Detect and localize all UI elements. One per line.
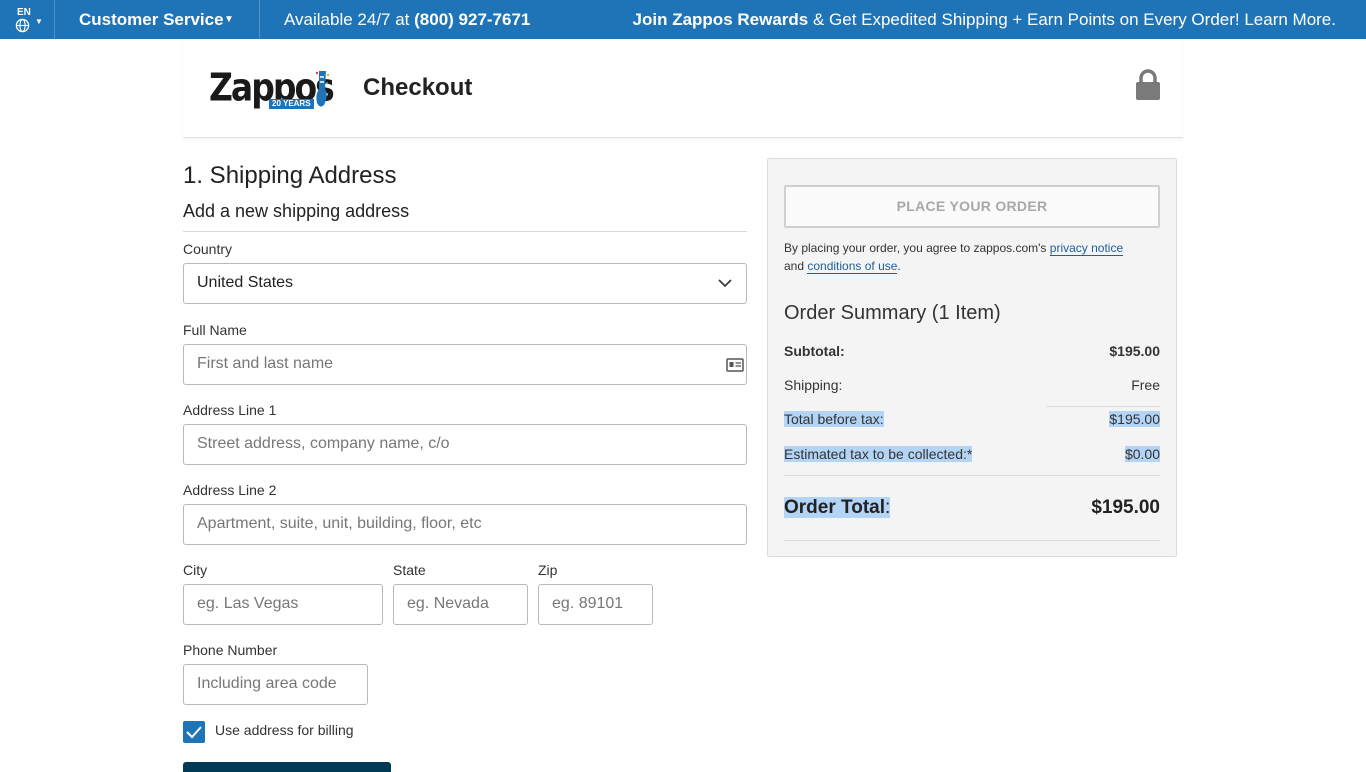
- total-before-tax-row: Total before tax: $195.00: [784, 411, 1160, 427]
- state-input[interactable]: eg. Nevada: [393, 584, 528, 625]
- availability-prefix: Available 24/7 at: [284, 10, 415, 29]
- checkmark-icon: [186, 726, 202, 739]
- phone-link[interactable]: (800) 927-7671: [414, 10, 530, 29]
- total-before-tax-label: Total before tax:: [784, 411, 884, 427]
- order-total-label-text: Order Total: [784, 497, 885, 518]
- rewards-banner[interactable]: Join Zappos Rewards & Get Expedited Ship…: [633, 10, 1336, 30]
- globe-icon: [15, 18, 30, 33]
- total-before-tax-value: $195.00: [1109, 411, 1160, 427]
- rewards-text: & Get Expedited Shipping + Earn Points o…: [808, 10, 1336, 29]
- estimated-tax-label: Estimated tax to be collected:*: [784, 446, 973, 462]
- full-name-label: Full Name: [183, 322, 247, 338]
- availability-text: Available 24/7 at (800) 927-7671: [284, 10, 530, 30]
- city-placeholder: eg. Las Vegas: [197, 595, 299, 612]
- estimated-tax-row: Estimated tax to be collected:* $0.00: [784, 446, 1160, 462]
- zip-input[interactable]: eg. 89101: [538, 584, 653, 625]
- contact-card-icon[interactable]: [726, 358, 744, 372]
- logo-badge: 20 YEARS: [269, 99, 314, 109]
- language-code: EN: [17, 7, 31, 18]
- order-total-colon: :: [885, 497, 891, 518]
- page-title: Checkout: [363, 74, 473, 101]
- phone-number-placeholder: Including area code: [197, 675, 337, 692]
- customer-service-menu[interactable]: Customer Service ▼: [55, 0, 260, 39]
- address-line-1-placeholder: Street address, company name, c/o: [197, 435, 450, 452]
- agreement-and: and: [784, 259, 808, 273]
- address-line-2-label: Address Line 2: [183, 482, 277, 498]
- shipping-row: Shipping: Free: [784, 377, 1160, 393]
- address-line-1-label: Address Line 1: [183, 402, 277, 418]
- city-label: City: [183, 562, 208, 578]
- checkout-header: Zappos 20 YEARS Checkout: [183, 39, 1183, 138]
- country-select[interactable]: United States: [183, 263, 747, 304]
- phone-number-input[interactable]: Including area code: [183, 664, 368, 705]
- zip-placeholder: eg. 89101: [552, 595, 624, 612]
- divider: [183, 231, 747, 232]
- section-title: 1. Shipping Address: [183, 162, 397, 189]
- country-value: United States: [197, 274, 294, 291]
- full-name-placeholder: First and last name: [197, 355, 334, 372]
- order-summary-title: Order Summary (1 Item): [784, 302, 1001, 324]
- top-bar: EN ▼ Customer Service ▼ Available 24/7 a…: [0, 0, 1366, 39]
- conditions-of-use-link[interactable]: conditions of use: [807, 259, 898, 274]
- customer-service-label: Customer Service: [79, 10, 224, 29]
- billing-checkbox-label[interactable]: Use address for billing: [215, 722, 354, 738]
- subtotal-value: $195.00: [1109, 343, 1160, 359]
- state-placeholder: eg. Nevada: [407, 595, 489, 612]
- agreement-end: .: [897, 259, 901, 273]
- phone-number-label: Phone Number: [183, 642, 278, 658]
- order-total-label: Order Total:: [784, 497, 891, 518]
- billing-checkbox[interactable]: [183, 721, 205, 743]
- rewards-title: Join Zappos Rewards: [632, 10, 809, 29]
- address-line-2-placeholder: Apartment, suite, unit, building, floor,…: [197, 515, 482, 532]
- language-selector[interactable]: EN ▼: [0, 0, 55, 39]
- order-total-value: $195.00: [1091, 497, 1160, 518]
- divider: [1047, 406, 1160, 407]
- agreement-text: By placing your order, you agree to zapp…: [784, 239, 1160, 275]
- zip-label: Zip: [538, 562, 558, 578]
- continue-button[interactable]: [183, 762, 391, 772]
- shipping-value: Free: [1131, 377, 1160, 393]
- divider: [784, 540, 1160, 541]
- place-order-button[interactable]: PLACE YOUR ORDER: [784, 185, 1160, 228]
- section-subtitle: Add a new shipping address: [183, 201, 410, 221]
- country-label: Country: [183, 241, 233, 257]
- lock-icon: [1136, 69, 1160, 100]
- caret-down-icon: ▼: [35, 17, 43, 26]
- privacy-notice-link[interactable]: privacy notice: [1049, 241, 1124, 256]
- order-total-row: Order Total: $195.00: [784, 497, 1160, 519]
- address-line-2-input[interactable]: Apartment, suite, unit, building, floor,…: [183, 504, 747, 545]
- order-summary-panel: PLACE YOUR ORDER By placing your order, …: [767, 158, 1177, 557]
- chevron-down-icon: [718, 279, 732, 288]
- zappos-logo[interactable]: Zappos 20 YEARS: [209, 65, 335, 113]
- subtotal-label: Subtotal:: [784, 343, 845, 359]
- city-input[interactable]: eg. Las Vegas: [183, 584, 383, 625]
- agreement-prefix: By placing your order, you agree to zapp…: [784, 241, 1050, 255]
- address-line-1-input[interactable]: Street address, company name, c/o: [183, 424, 747, 465]
- state-label: State: [393, 562, 426, 578]
- full-name-input[interactable]: First and last name: [183, 344, 747, 385]
- shoe-icon: [315, 71, 330, 107]
- subtotal-row: Subtotal: $195.00: [784, 343, 1160, 359]
- divider: [784, 475, 1160, 476]
- caret-down-icon: ▼: [224, 14, 234, 25]
- shipping-label: Shipping:: [784, 377, 843, 393]
- estimated-tax-value: $0.00: [1124, 446, 1160, 462]
